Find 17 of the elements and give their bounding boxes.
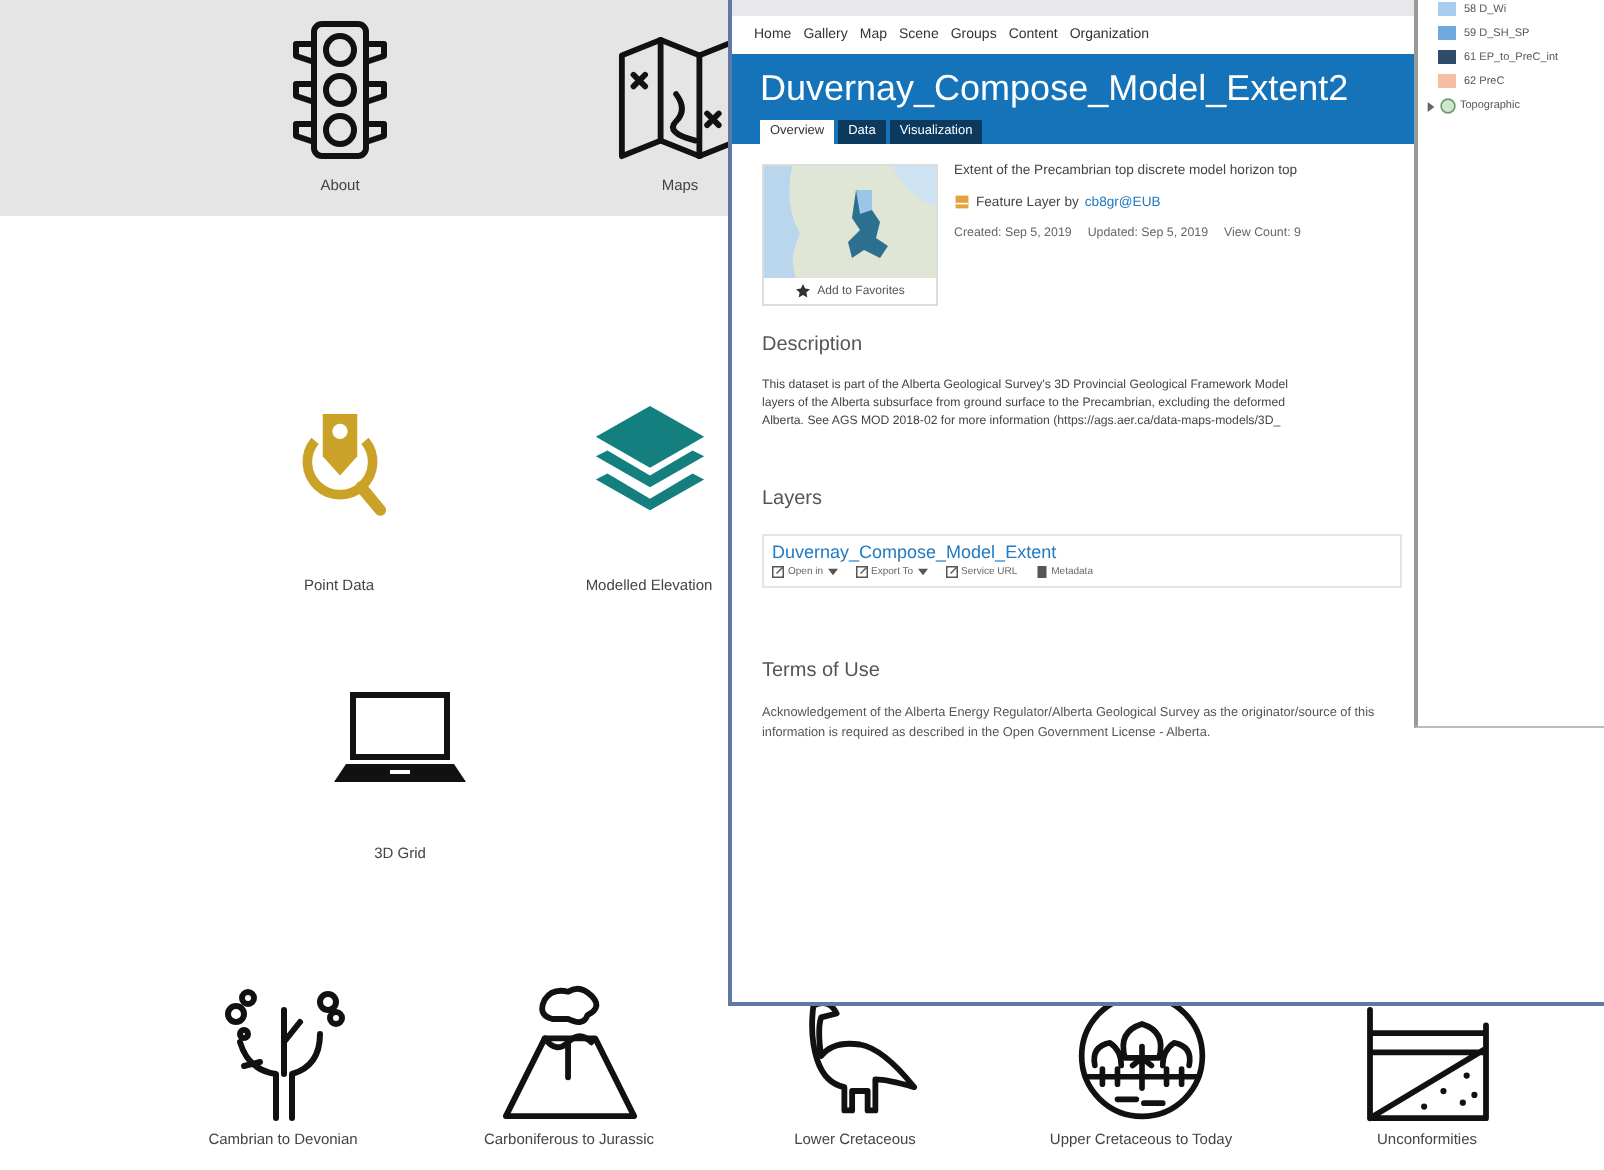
laptop-icon [334, 688, 466, 784]
external-icon [855, 566, 868, 578]
star-icon [795, 284, 810, 298]
section-heading: Terms of Use [762, 660, 882, 682]
layer-link[interactable]: Duvernay_Compose_Model_Extent [772, 542, 1392, 562]
external-icon [945, 566, 958, 578]
globe-icon [1440, 98, 1456, 114]
section-heading: Description [762, 334, 865, 356]
traffic-light-icon [290, 20, 390, 160]
rock-strata-icon [1365, 1006, 1489, 1122]
document-icon [1035, 566, 1048, 578]
section-heading: Layers [762, 488, 825, 510]
volcano-icon [501, 982, 637, 1122]
layer-type-icon [954, 194, 970, 210]
expand-arrow-icon[interactable] [1426, 101, 1436, 111]
external-icon [772, 566, 784, 578]
item-title: Duvernay_Compose_Model_Extent2 [760, 68, 1349, 108]
